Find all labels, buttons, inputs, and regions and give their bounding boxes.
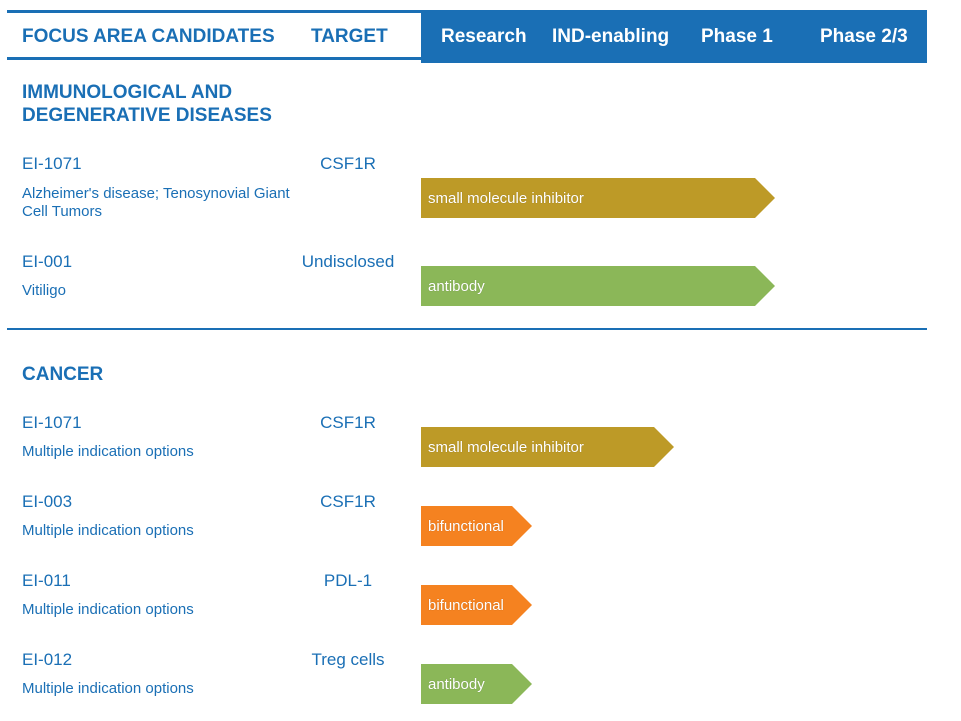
- section-title-line: IMMUNOLOGICAL AND: [22, 82, 233, 103]
- candidate-indication: Multiple indication options: [22, 443, 194, 460]
- candidate-target: CSF1R: [320, 492, 376, 511]
- modality-label: bifunctional: [428, 517, 504, 535]
- pipeline-bar: antibody: [421, 664, 532, 704]
- section-title-line: CANCER: [22, 364, 104, 385]
- modality-label: small molecule inhibitor: [428, 438, 584, 456]
- section-title-immunological: IMMUNOLOGICAL AND DEGENERATIVE DISEASES: [22, 81, 272, 127]
- modality-label: small molecule inhibitor: [428, 189, 584, 207]
- header-research: Research: [441, 26, 527, 47]
- candidate-id[interactable]: EI-001: [22, 252, 72, 272]
- pipeline-bar: bifunctional: [421, 506, 532, 546]
- modality-label: antibody: [428, 675, 485, 693]
- header-stages: Research IND-enabling Phase 1 Phase 2/3: [421, 10, 927, 63]
- header-ind-enabling: IND-enabling: [552, 26, 670, 47]
- candidate-id[interactable]: EI-1071: [22, 154, 82, 174]
- pipeline-bar: small molecule inhibitor: [421, 427, 674, 467]
- pipeline-header: FOCUS AREA CANDIDATES TARGET Research IN…: [7, 10, 927, 63]
- candidate-indication: Multiple indication options: [22, 522, 194, 539]
- candidate-indication: Multiple indication options: [22, 601, 194, 618]
- header-target: TARGET: [311, 26, 388, 47]
- candidate-id[interactable]: EI-012: [22, 650, 72, 670]
- candidate-indication: Alzheimer's disease; Tenosynovial Giant …: [22, 185, 290, 220]
- candidate-indication: Vitiligo: [22, 282, 66, 299]
- section-title-cancer: CANCER: [22, 363, 103, 386]
- candidate-target: Treg cells: [311, 650, 385, 669]
- candidate-id[interactable]: EI-011: [22, 571, 71, 591]
- section-title-line: DEGENERATIVE DISEASES: [22, 105, 272, 126]
- header-candidates: FOCUS AREA CANDIDATES: [22, 26, 275, 47]
- pipeline-bar: antibody: [421, 266, 775, 306]
- pipeline-bar: small molecule inhibitor: [421, 178, 775, 218]
- candidate-target: CSF1R: [320, 413, 376, 432]
- candidate-target: PDL-1: [323, 571, 373, 590]
- candidate-target: Undisclosed: [301, 252, 395, 271]
- section-divider: [7, 328, 927, 330]
- pipeline-bar: bifunctional: [421, 585, 532, 625]
- modality-label: antibody: [428, 277, 485, 295]
- candidate-id[interactable]: EI-1071: [22, 413, 82, 433]
- modality-label: bifunctional: [428, 596, 504, 614]
- header-phase-2-3: Phase 2/3: [820, 26, 908, 47]
- candidate-indication: Multiple indication options: [22, 680, 194, 697]
- header-left: FOCUS AREA CANDIDATES TARGET: [7, 13, 421, 60]
- header-phase-1: Phase 1: [701, 26, 773, 47]
- candidate-id[interactable]: EI-003: [22, 492, 72, 512]
- candidate-target: CSF1R: [320, 154, 376, 173]
